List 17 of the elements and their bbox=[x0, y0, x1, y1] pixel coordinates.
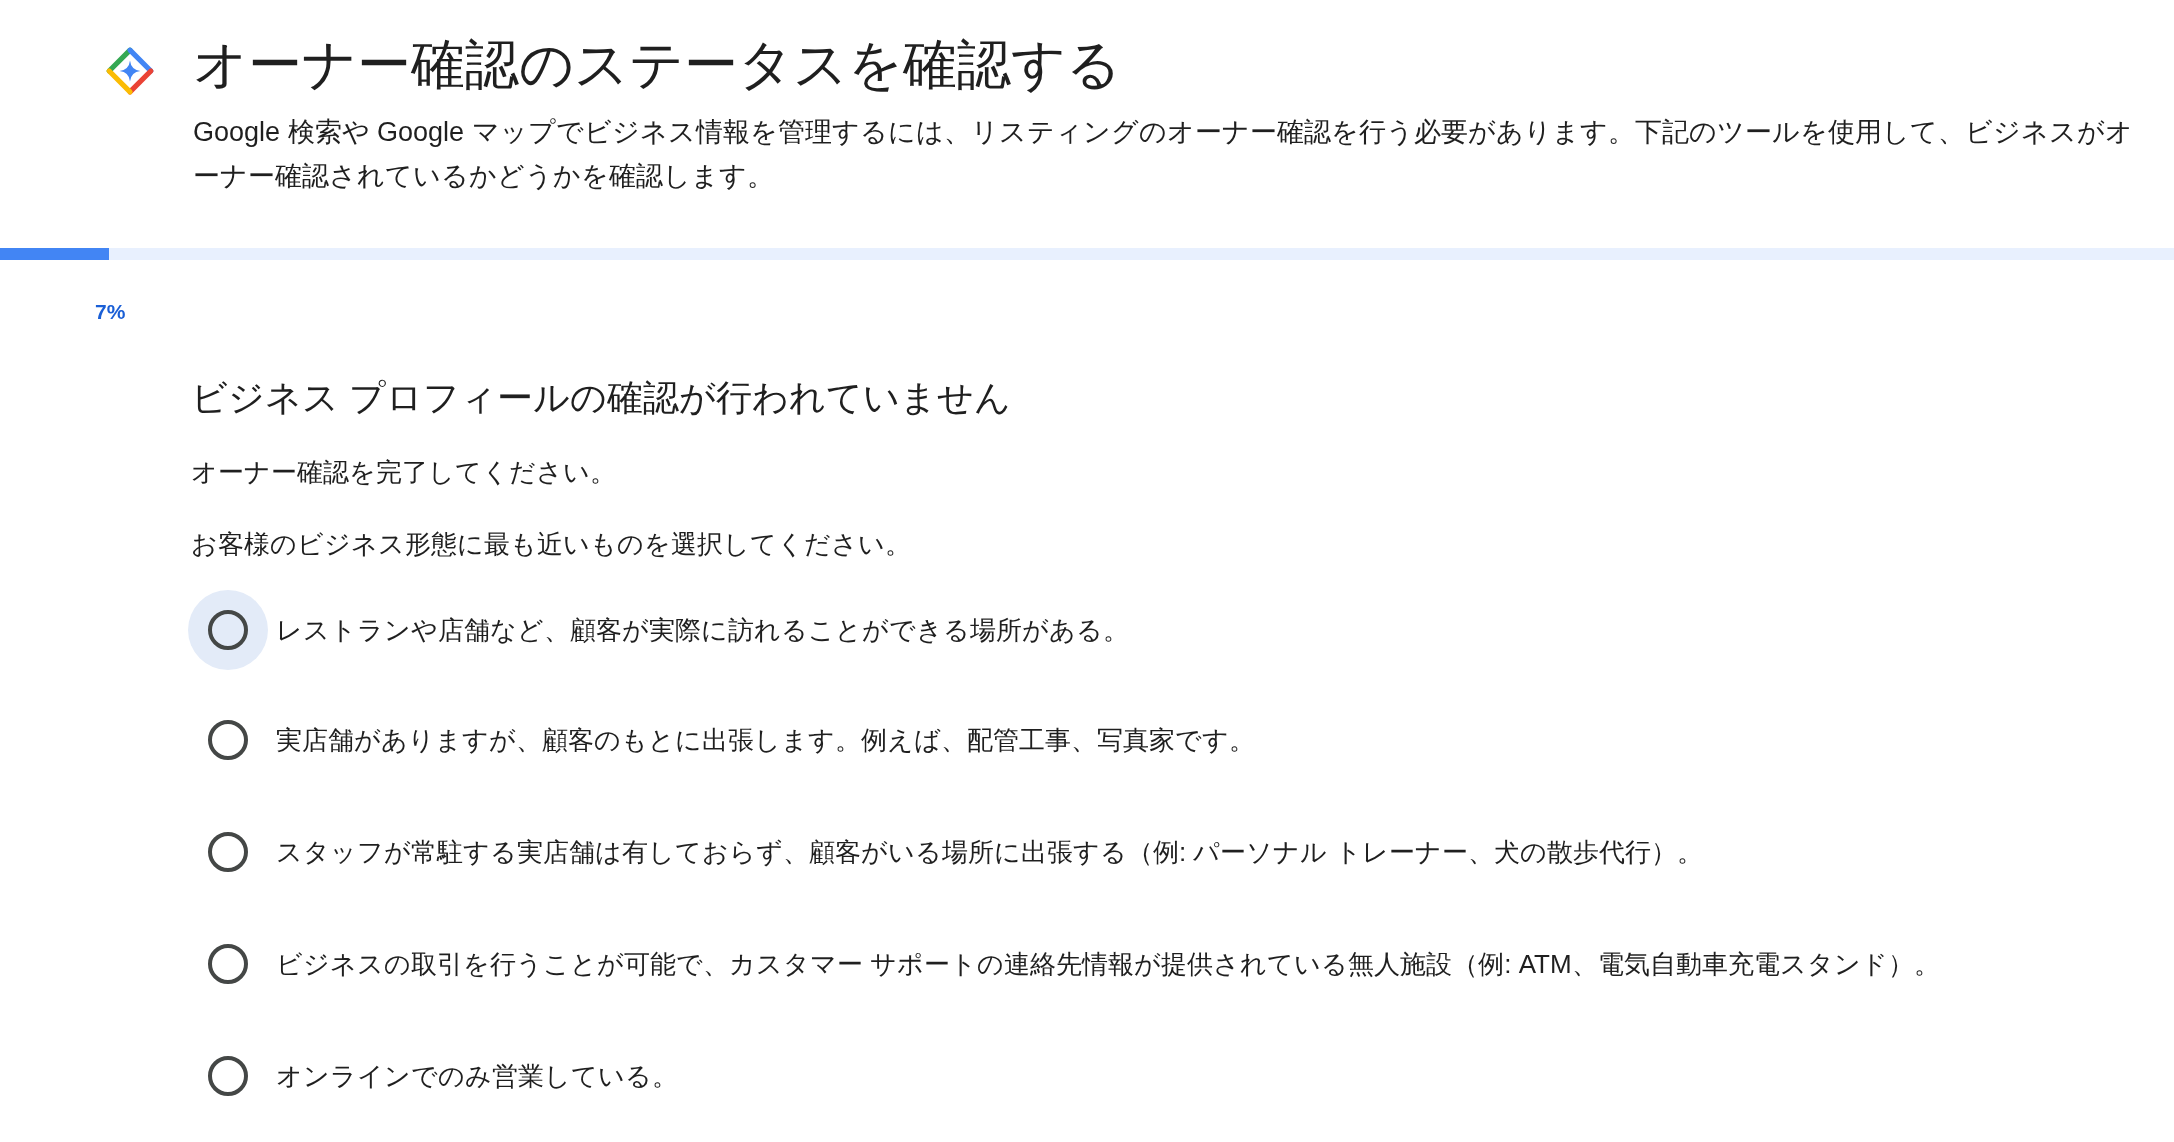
instruction-text: オーナー確認を完了してください。 bbox=[191, 456, 617, 489]
option-label[interactable]: スタッフが常駐する実店舗は有しておらず、顧客がいる場所に出張する（例: パーソナル トレーナー、犬の散歩代行）。 bbox=[276, 832, 1703, 872]
option-label[interactable]: 実店舗がありますが、顧客のもとに出張します。例えば、配管工事、写真家です。 bbox=[276, 720, 1255, 760]
radio-button[interactable] bbox=[208, 944, 248, 984]
option-label[interactable]: レストランや店舗など、顧客が実際に訪れることができる場所がある。 bbox=[276, 610, 1129, 650]
option-label[interactable]: ビジネスの取引を行うことが可能で、カスタマー サポートの連絡先情報が提供されている無人施設（例: ATM、電気自動車充電スタンド）。 bbox=[276, 944, 1940, 984]
radio-button[interactable] bbox=[208, 1056, 248, 1096]
option-label[interactable]: オンラインでのみ営業している。 bbox=[276, 1056, 678, 1096]
description-text: Google 検索や Google マップでビジネス情報を管理するには、リスティングのオーナー確認を行う必要があります。下記のツールを使用して、ビジネスがオーナー確認されているかどうかを確認します。 bbox=[193, 116, 2133, 193]
radio-button[interactable] bbox=[208, 610, 248, 650]
page-title: オーナー確認のステータスを確認する bbox=[193, 33, 1122, 96]
section-heading: ビジネス プロフィールの確認が行われていません bbox=[191, 376, 1012, 420]
radio-button[interactable] bbox=[208, 720, 248, 760]
progress-percent: 7% bbox=[95, 300, 127, 324]
radio-button[interactable] bbox=[208, 832, 248, 872]
question-text: お客様のビジネス形態に最も近いものを選択してください。 bbox=[191, 528, 912, 561]
diamond-logo-icon bbox=[105, 46, 155, 96]
